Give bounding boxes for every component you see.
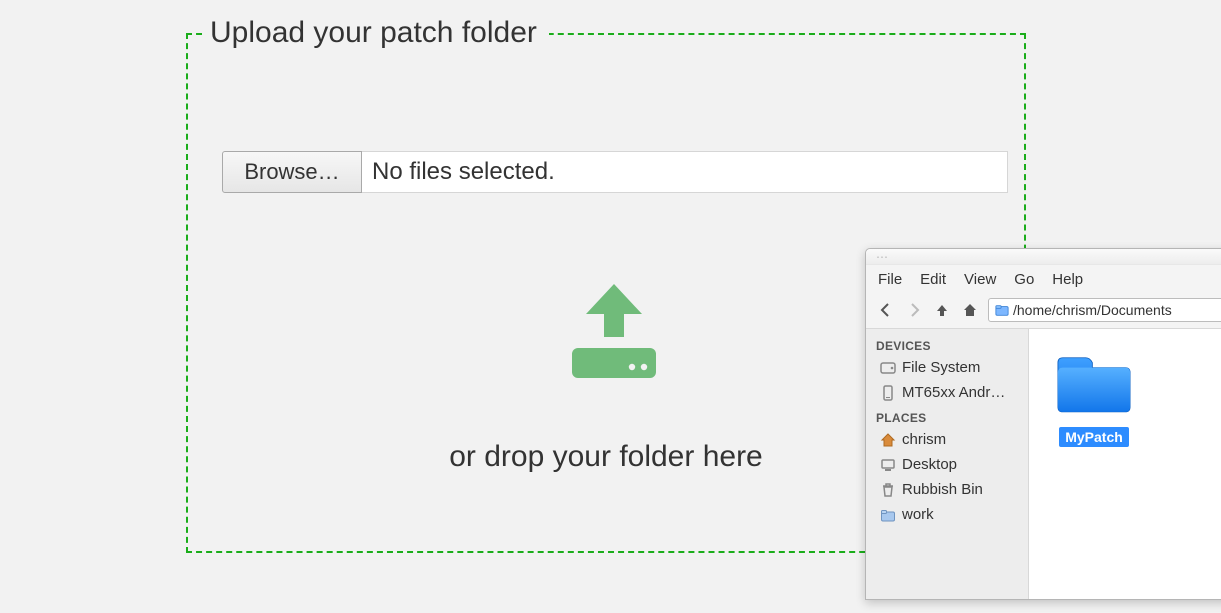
sidebar-item-trash[interactable]: Rubbish Bin [866,477,1028,502]
sidebar-label: File System [902,359,980,376]
fm-content-area[interactable]: MyPatch [1029,329,1221,599]
file-input-row: Browse… No files selected. [222,151,1008,193]
sidebar-label: chrism [902,431,946,448]
window-titlebar[interactable]: ⋯ [866,249,1221,265]
sidebar-item-home[interactable]: chrism [866,427,1028,452]
path-bar[interactable]: /home/chrism/Documents [988,298,1221,322]
sidebar-item-desktop[interactable]: Desktop [866,452,1028,477]
upload-icon [564,282,664,382]
menu-help[interactable]: Help [1052,271,1083,288]
menu-view[interactable]: View [964,271,996,288]
menu-edit[interactable]: Edit [920,271,946,288]
nav-up-button[interactable] [932,300,952,320]
menu-bar: File Edit View Go Help [866,265,1221,294]
sidebar-label: work [902,506,934,523]
folder-icon [1053,349,1135,419]
file-status-text: No files selected. [362,151,1008,193]
sidebar-label: MT65xx Andr… [902,384,1005,401]
sidebar-heading-places: PLACES [866,405,1028,427]
nav-forward-button[interactable] [904,300,924,320]
sidebar-item-work[interactable]: work [866,502,1028,527]
file-manager-window[interactable]: ⋯ File Edit View Go Help /home/chrism/Do… [865,248,1221,600]
fm-sidebar: DEVICES File System MT65xx Andr… PLACES … [866,329,1029,599]
folder-mypatch[interactable]: MyPatch [1049,349,1139,447]
nav-home-button[interactable] [960,300,980,320]
menu-file[interactable]: File [878,271,902,288]
nav-back-button[interactable] [876,300,896,320]
menu-go[interactable]: Go [1014,271,1034,288]
upload-legend: Upload your patch folder [202,16,549,50]
sidebar-heading-devices: DEVICES [866,333,1028,355]
sidebar-item-filesystem[interactable]: File System [866,355,1028,380]
file-manager-body: DEVICES File System MT65xx Andr… PLACES … [866,329,1221,599]
sidebar-label: Rubbish Bin [902,481,983,498]
sidebar-item-android-device[interactable]: MT65xx Andr… [866,380,1028,405]
nav-toolbar: /home/chrism/Documents [866,294,1221,329]
browse-button[interactable]: Browse… [222,151,362,193]
folder-label: MyPatch [1059,427,1129,447]
sidebar-label: Desktop [902,456,957,473]
path-text: /home/chrism/Documents [1013,302,1172,318]
